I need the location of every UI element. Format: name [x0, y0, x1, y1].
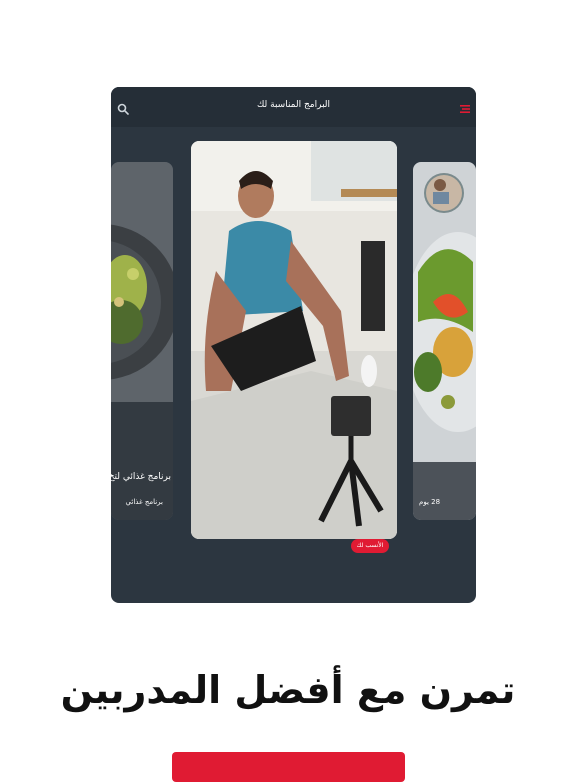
program-card-featured[interactable]	[191, 141, 397, 539]
app-preview-frame: البرامج المناسبة لك برنامج غذائي لتخ برن…	[111, 87, 476, 603]
menu-icon[interactable]	[460, 104, 470, 114]
nutrition-image	[111, 162, 173, 520]
page-title: البرامج المناسبة لك	[256, 100, 331, 110]
salad-image	[413, 162, 476, 520]
card-title: برنامج غذائي لتخ	[111, 472, 171, 482]
best-for-you-badge: الأنسب لك	[351, 539, 389, 553]
card-subtitle: برنامج غذائي	[125, 498, 163, 506]
program-card-plan[interactable]: 28 يوم	[413, 162, 476, 520]
card-duration: 28 يوم	[419, 498, 441, 506]
headline: تمرن مع أفضل المدربين	[60, 668, 516, 712]
cta-button[interactable]	[172, 752, 405, 782]
top-bar: البرامج المناسبة لك	[111, 87, 476, 127]
trainer-photo	[191, 141, 397, 539]
program-card-nutrition[interactable]: برنامج غذائي لتخ برنامج غذائي	[111, 162, 173, 520]
